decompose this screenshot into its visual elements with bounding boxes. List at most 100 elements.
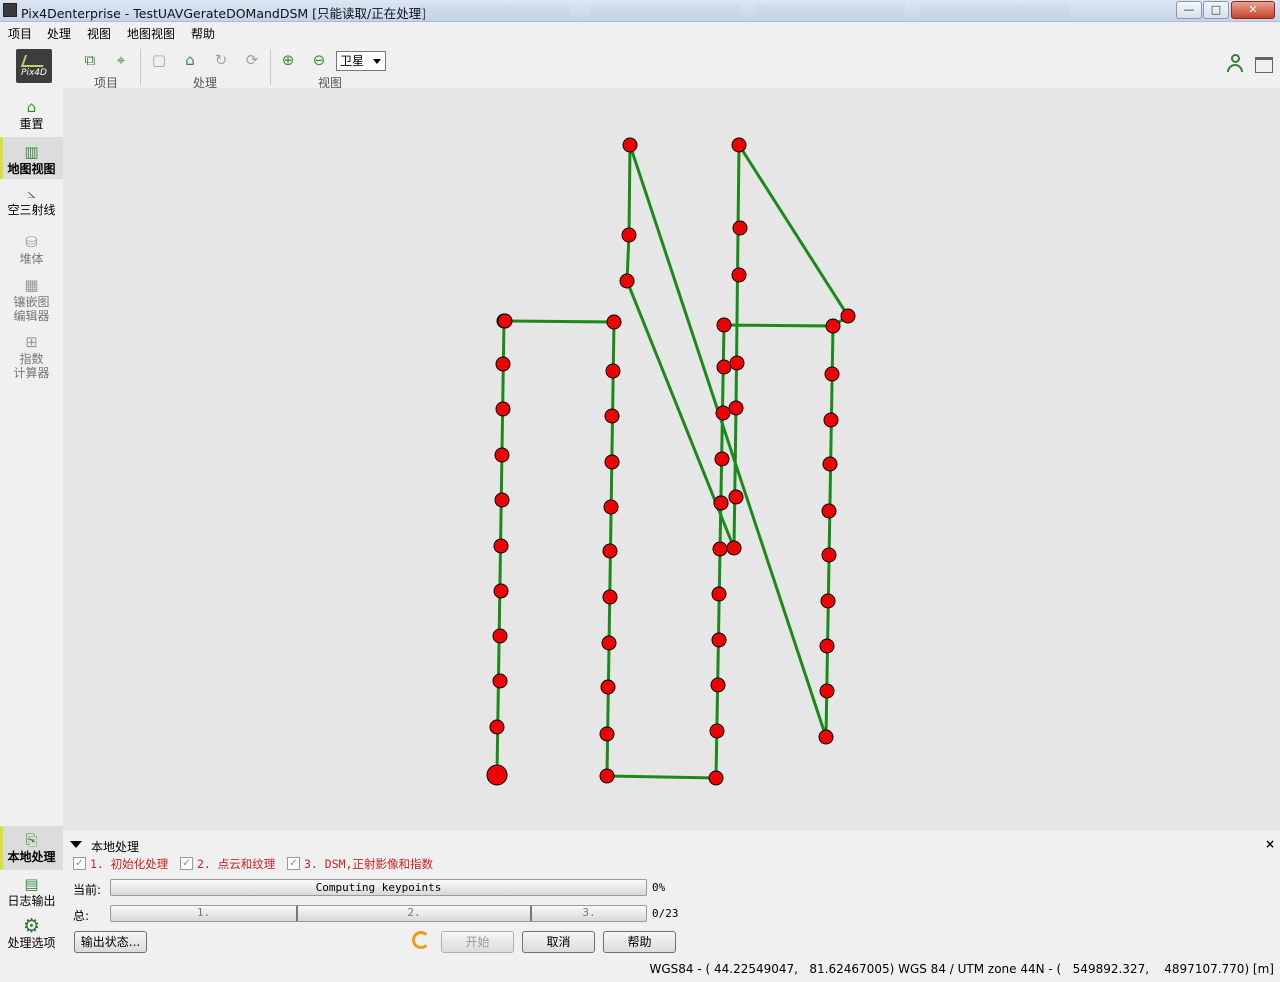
image-position-marker[interactable]	[840, 308, 856, 324]
image-position-marker[interactable]	[495, 401, 511, 417]
image-position-marker[interactable]	[711, 632, 727, 648]
image-position-marker[interactable]	[493, 583, 509, 599]
zoom-out-icon[interactable]: ⊖	[309, 51, 329, 69]
image-position-marker[interactable]	[599, 726, 615, 742]
image-position-marker[interactable]	[731, 267, 747, 283]
image-position-marker[interactable]	[823, 412, 839, 428]
step-2-checkbox[interactable]: ✓ 2. 点云和纹理	[180, 856, 280, 872]
rematch-optimize-icon[interactable]: ⟳	[242, 51, 262, 69]
cancel-button[interactable]: 取消	[522, 931, 595, 953]
image-position-marker[interactable]	[602, 543, 618, 559]
image-position-marker[interactable]	[821, 503, 837, 519]
map-icon: ▥	[24, 143, 39, 161]
image-position-marker[interactable]	[621, 227, 637, 243]
maximize-button[interactable]: □	[1203, 1, 1229, 19]
image-position-marker[interactable]	[822, 456, 838, 472]
help-button[interactable]: 帮助	[603, 931, 676, 953]
sidebar-item-index-calculator[interactable]: ⊞ 指数 计算器	[0, 332, 63, 384]
image-position-marker[interactable]	[492, 628, 508, 644]
sidebar-item-log-output[interactable]: ▤ 日志输出	[0, 874, 63, 914]
output-status-button[interactable]: 输出状态...	[74, 931, 147, 953]
menu-view[interactable]: 视图	[87, 25, 111, 42]
image-position-marker[interactable]	[604, 408, 620, 424]
image-position-marker[interactable]	[495, 356, 511, 372]
image-position-marker[interactable]	[825, 318, 841, 334]
image-position-marker[interactable]	[494, 447, 510, 463]
image-position-marker[interactable]	[818, 729, 834, 745]
reoptimize-icon[interactable]: ↻	[211, 51, 231, 69]
minimize-button[interactable]: —	[1176, 1, 1202, 19]
sidebar-item-mosaic-editor[interactable]: ▦ 镶嵌图 编辑器	[0, 275, 63, 327]
collapse-toggle-icon[interactable]	[70, 841, 82, 848]
image-position-marker[interactable]	[711, 586, 727, 602]
image-position-marker[interactable]	[606, 314, 622, 330]
menu-bar: 项目 处理 视图 地图视图 帮助	[0, 23, 1280, 43]
image-position-marker[interactable]	[732, 220, 748, 236]
sidebar-item-reset[interactable]: ⌂ 重置	[0, 97, 63, 137]
sidebar-item-local-processing[interactable]: ⎘ 本地处理	[0, 826, 63, 870]
sidebar-item-rays[interactable]: ⦣ 空三射线	[0, 183, 63, 223]
image-position-marker[interactable]	[713, 495, 729, 511]
panel-close-button[interactable]: ×	[1265, 837, 1275, 851]
menu-help[interactable]: 帮助	[191, 25, 215, 42]
menu-map-view[interactable]: 地图视图	[127, 25, 175, 42]
basemap-select[interactable]: 卫星	[336, 51, 386, 71]
step-1-checkbox[interactable]: ✓ 1. 初始化处理	[73, 856, 173, 872]
image-position-marker[interactable]	[494, 492, 510, 508]
map-view[interactable]	[63, 88, 1280, 831]
image-position-marker[interactable]	[715, 405, 731, 421]
image-position-marker[interactable]	[708, 770, 724, 786]
image-position-marker[interactable]	[601, 635, 617, 651]
image-position-marker[interactable]	[622, 137, 638, 153]
sidebar-item-processing-options[interactable]: ⚙ 处理选项	[0, 916, 63, 958]
new-project-icon[interactable]: ⧉	[80, 51, 100, 69]
image-position-marker[interactable]	[729, 355, 745, 371]
image-position-marker[interactable]	[489, 719, 505, 735]
app-icon	[3, 3, 17, 17]
window-layout-icon[interactable]	[1255, 57, 1273, 73]
image-position-marker[interactable]	[821, 547, 837, 563]
start-button[interactable]: 开始	[441, 931, 514, 953]
current-label: 当前:	[73, 883, 102, 897]
user-account-icon[interactable]	[1226, 53, 1246, 75]
image-position-marker[interactable]	[492, 673, 508, 689]
step-3-checkbox[interactable]: ✓ 3. DSM,正射影像和指数	[287, 856, 437, 872]
image-position-marker[interactable]	[731, 137, 747, 153]
open-results-folder-icon[interactable]: ⌂	[180, 51, 200, 69]
step-label: 2. 点云和纹理	[197, 857, 276, 871]
image-position-marker[interactable]	[604, 454, 620, 470]
current-task-text: Computing keypoints	[315, 881, 442, 894]
image-position-marker[interactable]	[493, 538, 509, 554]
image-position-marker[interactable]	[600, 679, 616, 695]
basemap-select-value: 卫星	[340, 54, 365, 68]
image-position-marker[interactable]	[605, 363, 621, 379]
image-position-marker[interactable]	[602, 589, 618, 605]
close-button[interactable]: ✕	[1231, 1, 1275, 19]
image-position-marker[interactable]	[728, 489, 744, 505]
image-position-marker[interactable]	[728, 400, 744, 416]
zoom-in-icon[interactable]: ⊕	[278, 51, 298, 69]
image-position-marker[interactable]	[619, 273, 635, 289]
image-position-marker[interactable]	[497, 313, 513, 329]
image-position-marker[interactable]	[726, 540, 742, 556]
image-position-marker[interactable]	[709, 723, 725, 739]
image-position-marker[interactable]	[716, 317, 732, 333]
image-position-marker[interactable]	[710, 677, 726, 693]
gcp-manager-icon[interactable]: ⌖	[111, 51, 131, 69]
image-position-marker[interactable]	[819, 638, 835, 654]
image-position-marker[interactable]	[603, 499, 619, 515]
image-position-marker[interactable]	[712, 541, 728, 557]
menu-processing[interactable]: 处理	[47, 25, 71, 42]
image-position-marker[interactable]	[820, 593, 836, 609]
image-position-marker[interactable]	[599, 768, 615, 784]
sidebar-item-map-view[interactable]: ▥ 地图视图	[0, 137, 63, 179]
image-position-marker[interactable]	[824, 366, 840, 382]
image-position-marker[interactable]	[819, 683, 835, 699]
menu-project[interactable]: 项目	[8, 25, 32, 42]
image-position-marker[interactable]	[716, 359, 732, 375]
sidebar-item-volumes[interactable]: ⛁ 堆体	[0, 232, 63, 272]
quality-report-icon[interactable]: ▢	[149, 51, 169, 69]
flight-path-canvas[interactable]	[63, 88, 1280, 831]
image-position-marker[interactable]	[714, 451, 730, 467]
image-position-marker[interactable]	[486, 764, 508, 786]
